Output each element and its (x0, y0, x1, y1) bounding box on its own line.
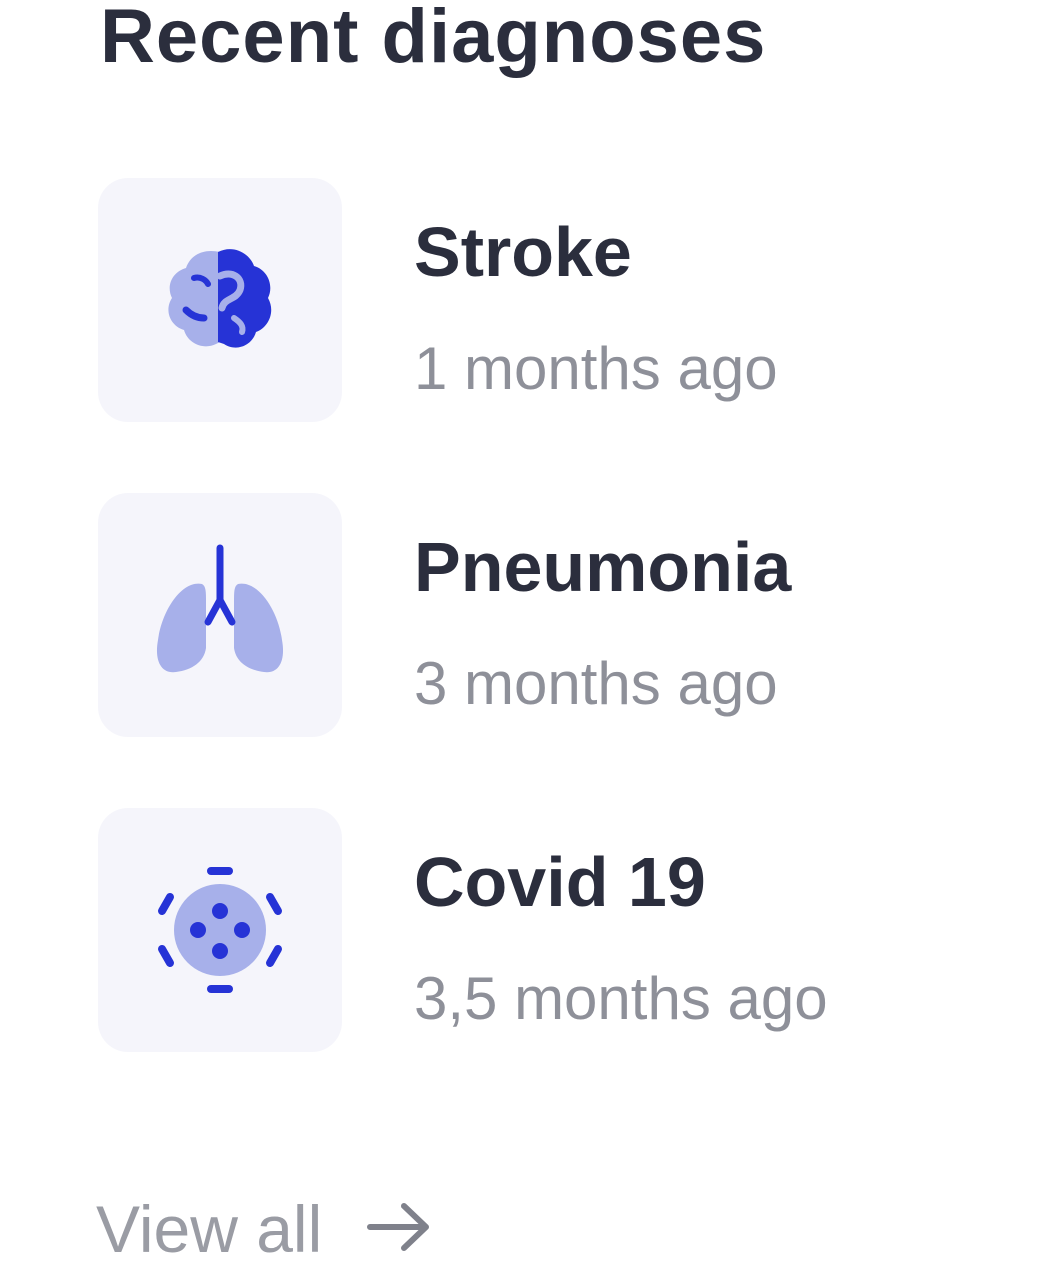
arrow-right-icon (366, 1184, 432, 1274)
panel-title: Recent diagnoses (100, 0, 767, 79)
lungs-icon (156, 544, 284, 673)
diagnosis-icon-tile (98, 178, 342, 422)
view-all-link[interactable]: View all (96, 1184, 432, 1274)
virus-icon (158, 867, 282, 993)
diagnosis-item-stroke[interactable]: Stroke 1 months ago (98, 178, 998, 422)
diagnosis-icon-tile (98, 493, 342, 737)
brain-icon (168, 249, 272, 348)
diagnosis-time: 1 months ago (414, 335, 778, 402)
diagnosis-item-covid-19[interactable]: Covid 19 3,5 months ago (98, 808, 998, 1052)
diagnosis-icon-tile (98, 808, 342, 1052)
diagnosis-name: Stroke (414, 213, 632, 291)
diagnosis-item-pneumonia[interactable]: Pneumonia 3 months ago (98, 493, 998, 737)
diagnosis-time: 3,5 months ago (414, 965, 828, 1032)
diagnosis-name: Covid 19 (414, 843, 706, 921)
diagnosis-time: 3 months ago (414, 650, 778, 717)
diagnosis-name: Pneumonia (414, 528, 792, 606)
recent-diagnoses-panel: Recent diagnoses Stroke 1 months ago Pne… (0, 0, 1056, 1266)
view-all-label: View all (96, 1192, 323, 1266)
